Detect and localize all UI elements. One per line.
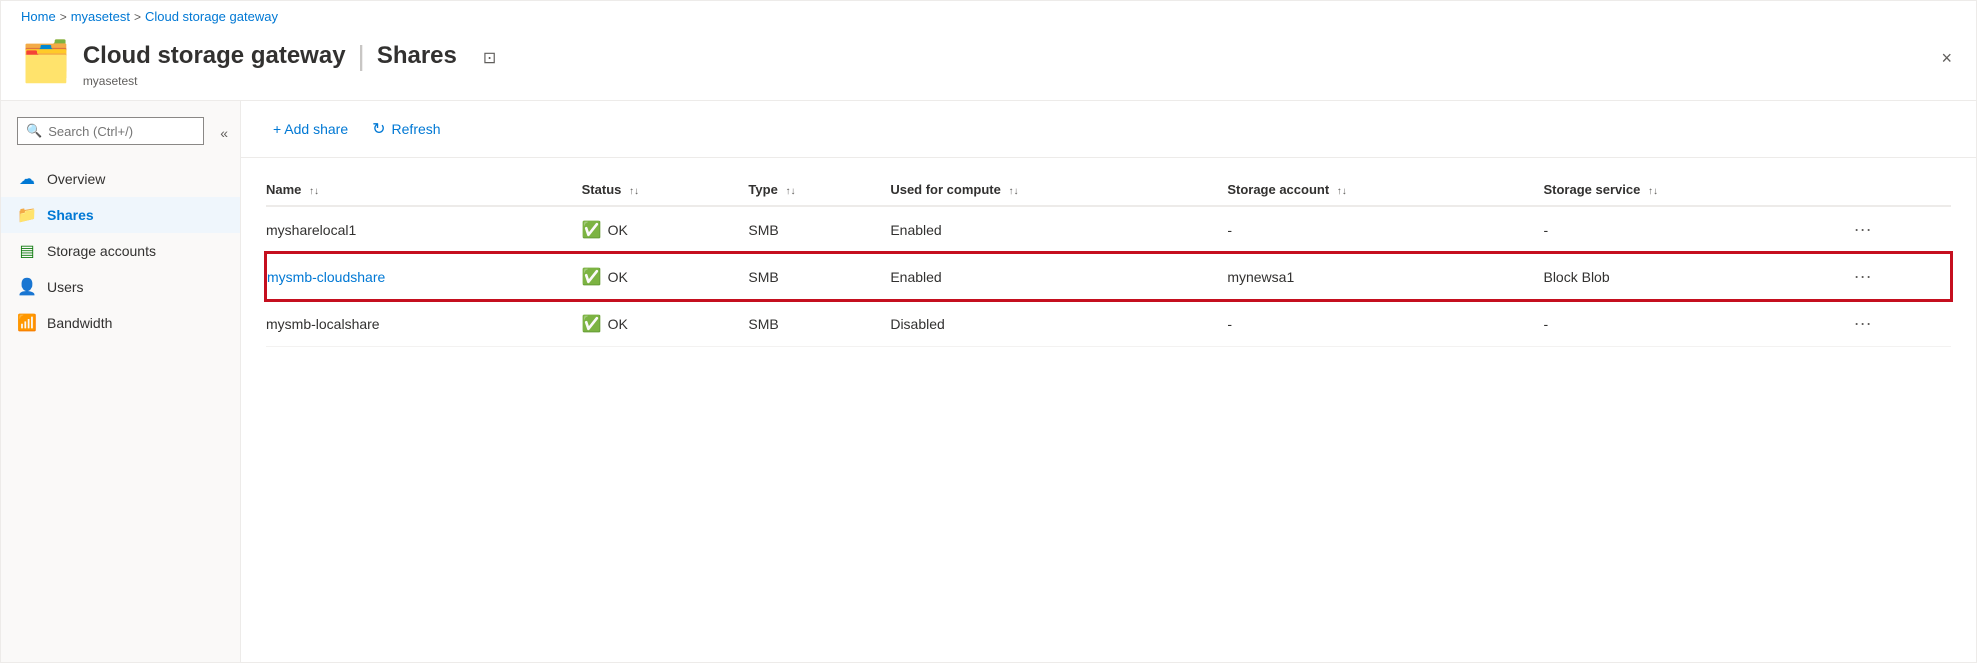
cell-name: mysmb-cloudshare [266, 253, 582, 300]
sort-icon-storage-account: ↑↓ [1337, 186, 1347, 197]
col-header-type[interactable]: Type ↑↓ [748, 174, 890, 206]
header: 🗂️ Cloud storage gateway | Shares ⊡ myas… [1, 32, 1976, 101]
sidebar-item-label-shares: Shares [47, 207, 94, 223]
cell-status: ✅ OK [582, 206, 749, 253]
header-subtitle: myasetest [83, 74, 502, 88]
title-divider: | [358, 40, 365, 72]
sidebar-item-bandwidth[interactable]: 📶 Bandwidth [1, 305, 240, 341]
cell-storage-service: Block Blob [1543, 253, 1847, 300]
table-row[interactable]: mysharelocal1✅OKSMBEnabled--··· [266, 206, 1951, 253]
sort-icon-compute: ↑↓ [1008, 186, 1018, 197]
table-header-row: Name ↑↓ Status ↑↓ Type ↑↓ [266, 174, 1951, 206]
cell-storage-account: mynewsa1 [1227, 253, 1543, 300]
status-ok-icon: ✅ [582, 220, 602, 240]
refresh-button[interactable]: ↻ Refresh [364, 113, 448, 145]
cell-used-for-compute: Enabled [890, 206, 1227, 253]
cell-name: mysharelocal1 [266, 206, 582, 253]
sidebar-item-storage-accounts[interactable]: ▤ Storage accounts [1, 233, 240, 269]
sort-icon-storage-service: ↑↓ [1648, 186, 1658, 197]
breadcrumb-myasetest[interactable]: myasetest [71, 9, 130, 24]
status-text: OK [608, 316, 628, 332]
table-row[interactable]: mysmb-cloudshare ✅ OK SMBEnabledmynewsa1Blo… [266, 253, 1951, 300]
add-share-button[interactable]: + Add share [265, 115, 356, 143]
table-body: mysharelocal1✅OKSMBEnabled--···mysmb-clo… [266, 206, 1951, 347]
search-input[interactable] [48, 124, 195, 139]
page-container: Home > myasetest > Cloud storage gateway… [0, 0, 1977, 663]
col-header-status[interactable]: Status ↑↓ [582, 174, 749, 206]
storage-accounts-icon: ▤ [17, 241, 37, 261]
sort-icon-name: ↑↓ [309, 186, 319, 197]
cell-more: ··· [1848, 206, 1951, 253]
sort-icon-status: ↑↓ [629, 186, 639, 197]
bandwidth-icon: 📶 [17, 313, 37, 333]
section-name: Shares [377, 42, 457, 70]
shares-table: Name ↑↓ Status ↑↓ Type ↑↓ [265, 174, 1952, 347]
sidebar-item-label-overview: Overview [47, 171, 105, 187]
close-button[interactable]: × [1937, 44, 1956, 73]
main-content: + Add share ↻ Refresh Name ↑↓ [241, 101, 1976, 662]
breadcrumb-home[interactable]: Home [21, 9, 56, 24]
sidebar-item-label-users: Users [47, 279, 84, 295]
pin-button[interactable]: ⊡ [477, 46, 502, 70]
col-header-storage-account[interactable]: Storage account ↑↓ [1227, 174, 1543, 206]
status-ok-icon: ✅ [582, 314, 602, 334]
cell-status: ✅ OK [582, 253, 749, 300]
cell-more: ··· [1848, 253, 1951, 300]
cell-storage-account: - [1227, 300, 1543, 347]
cell-type: SMB [748, 300, 890, 347]
col-header-storage-service[interactable]: Storage service ↑↓ [1543, 174, 1847, 206]
status-text: OK [608, 269, 628, 285]
refresh-icon: ↻ [372, 119, 385, 139]
toolbar: + Add share ↻ Refresh [241, 101, 1976, 158]
col-header-used-for-compute[interactable]: Used for compute ↑↓ [890, 174, 1227, 206]
cell-used-for-compute: Enabled [890, 253, 1227, 300]
search-icon: 🔍 [26, 123, 42, 139]
cell-storage-service: - [1543, 300, 1847, 347]
sidebar-search[interactable]: 🔍 [17, 117, 204, 145]
table-container: Name ↑↓ Status ↑↓ Type ↑↓ [241, 158, 1976, 363]
sort-icon-type: ↑↓ [785, 186, 795, 197]
sidebar: 🔍 « ☁ Overview 📁 Shares ▤ Storage accoun… [1, 101, 241, 662]
shares-icon: 📁 [17, 205, 37, 225]
cell-type: SMB [748, 253, 890, 300]
header-title-block: Cloud storage gateway | Shares ⊡ myasete… [83, 40, 502, 88]
status-text: OK [608, 222, 628, 238]
resource-name: Cloud storage gateway [83, 42, 346, 70]
table-row[interactable]: mysmb-localshare✅OKSMBDisabled--··· [266, 300, 1951, 347]
refresh-label: Refresh [392, 121, 441, 137]
overview-icon: ☁ [17, 169, 37, 189]
breadcrumb-sep-1: > [60, 10, 67, 24]
body-layout: 🔍 « ☁ Overview 📁 Shares ▤ Storage accoun… [1, 101, 1976, 662]
more-options-button[interactable]: ··· [1848, 264, 1878, 289]
sidebar-collapse-button[interactable]: « [216, 125, 232, 141]
col-header-actions [1848, 174, 1951, 206]
breadcrumb-sep-2: > [134, 10, 141, 24]
cell-storage-service: - [1543, 206, 1847, 253]
cell-status: ✅ OK [582, 300, 749, 347]
sidebar-item-label-bandwidth: Bandwidth [47, 315, 112, 331]
breadcrumb: Home > myasetest > Cloud storage gateway [1, 1, 1976, 32]
header-left: 🗂️ Cloud storage gateway | Shares ⊡ myas… [21, 40, 502, 88]
sidebar-item-users[interactable]: 👤 Users [1, 269, 240, 305]
cell-used-for-compute: Disabled [890, 300, 1227, 347]
share-link[interactable]: mysmb-cloudshare [267, 269, 385, 285]
col-header-name[interactable]: Name ↑↓ [266, 174, 582, 206]
status-ok-icon: ✅ [582, 267, 602, 287]
breadcrumb-cloud-storage-gateway[interactable]: Cloud storage gateway [145, 9, 278, 24]
cell-name: mysmb-localshare [266, 300, 582, 347]
more-options-button[interactable]: ··· [1848, 217, 1878, 242]
cell-storage-account: - [1227, 206, 1543, 253]
users-icon: 👤 [17, 277, 37, 297]
sidebar-item-label-storage-accounts: Storage accounts [47, 243, 156, 259]
resource-icon: 🗂️ [21, 42, 71, 82]
cell-type: SMB [748, 206, 890, 253]
more-options-button[interactable]: ··· [1848, 311, 1878, 336]
sidebar-item-shares[interactable]: 📁 Shares [1, 197, 240, 233]
sidebar-item-overview[interactable]: ☁ Overview [1, 161, 240, 197]
cell-more: ··· [1848, 300, 1951, 347]
header-title: Cloud storage gateway | Shares ⊡ [83, 40, 502, 72]
